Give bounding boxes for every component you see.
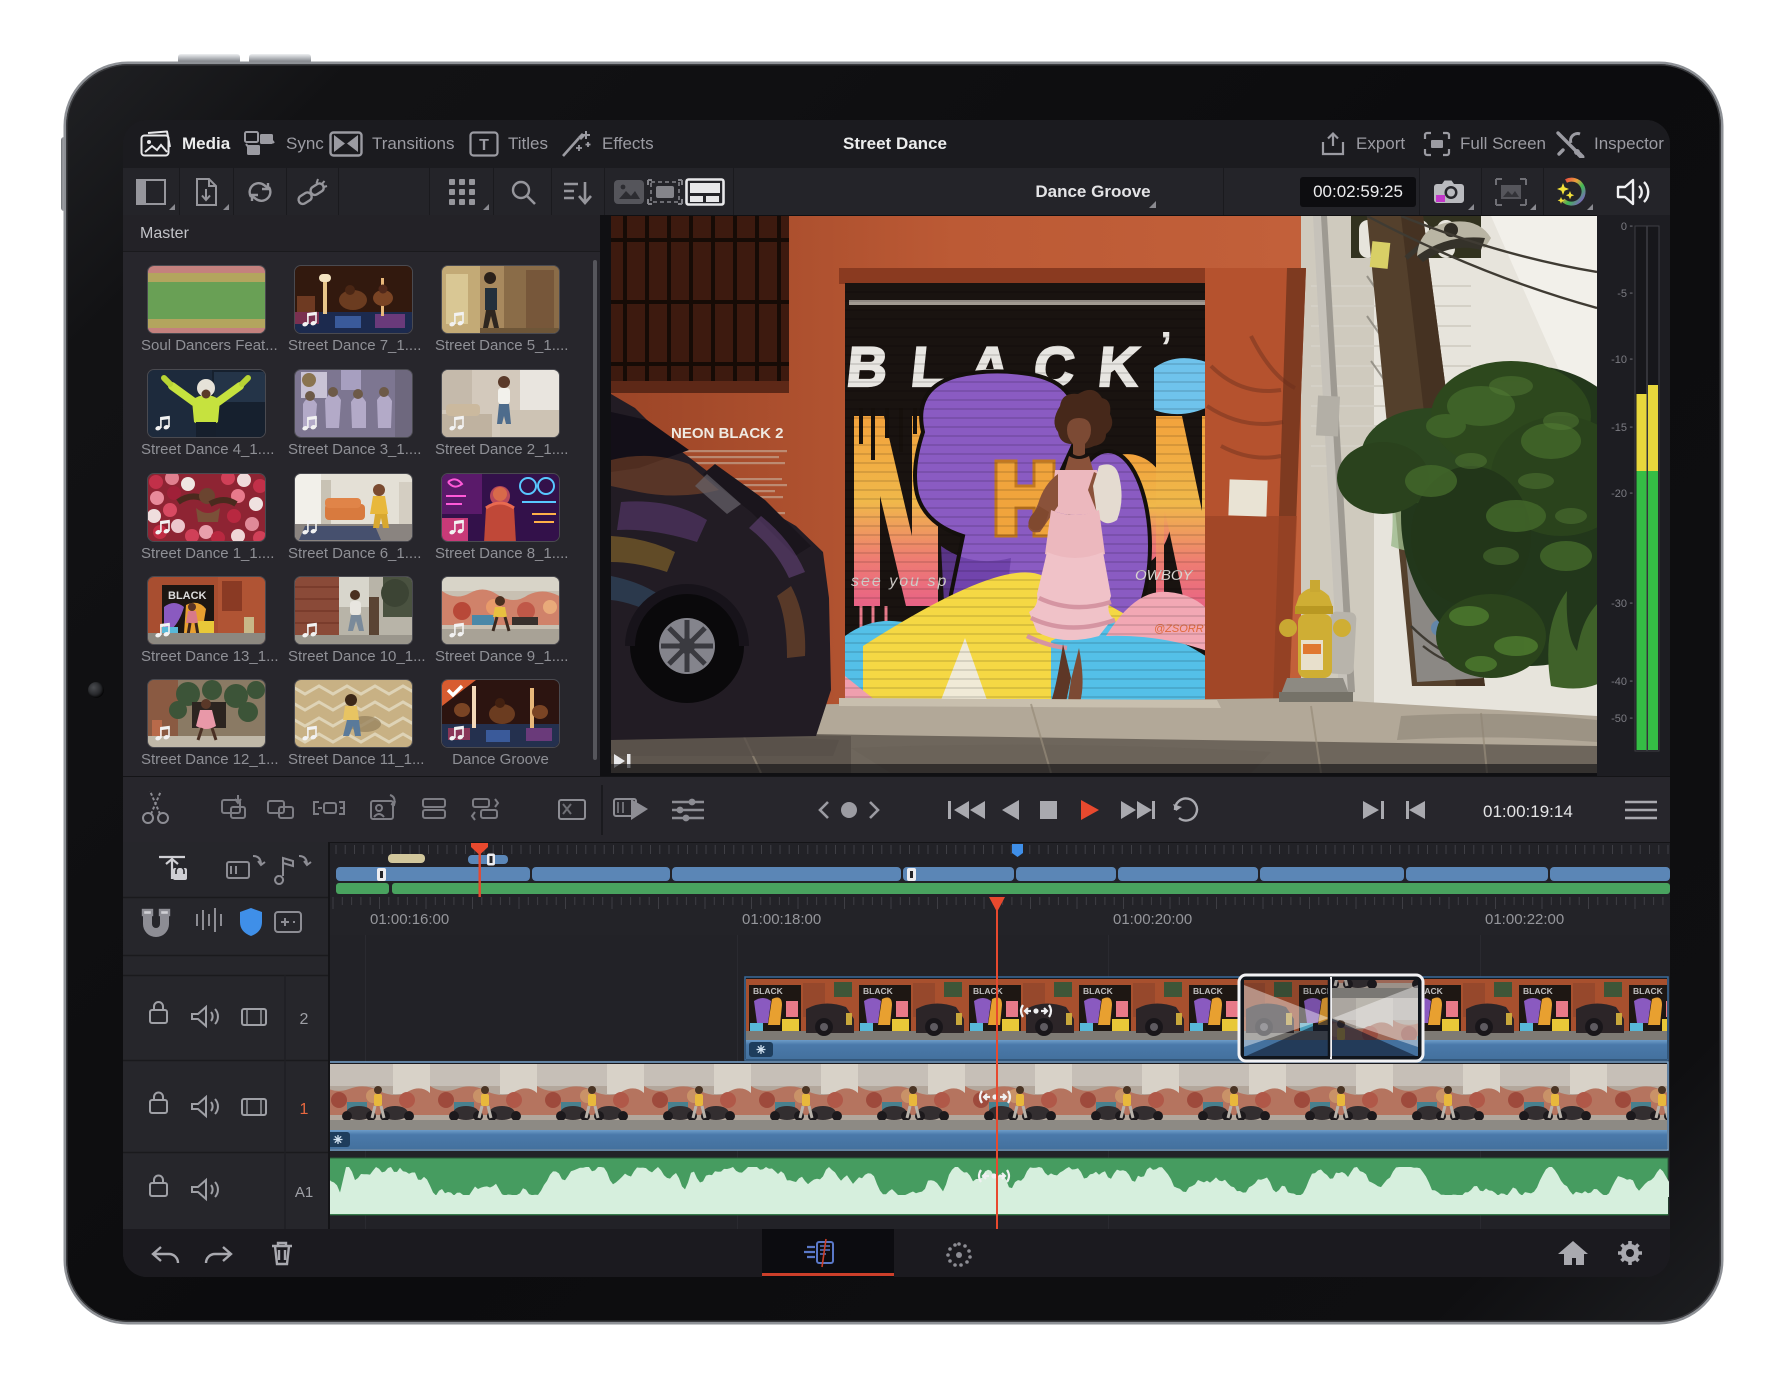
svg-text:-30: -30 bbox=[1611, 598, 1627, 610]
svg-text:-: - bbox=[1629, 421, 1633, 433]
svg-text:01:00:16:00: 01:00:16:00 bbox=[370, 911, 449, 928]
svg-text:-: - bbox=[1629, 487, 1633, 499]
svg-text:-: - bbox=[1629, 675, 1633, 687]
svg-text:1: 1 bbox=[300, 1101, 309, 1118]
svg-text:-50: -50 bbox=[1611, 713, 1627, 725]
svg-text:2: 2 bbox=[300, 1011, 309, 1028]
svg-text:01:00:20:00: 01:00:20:00 bbox=[1113, 911, 1192, 928]
svg-text:-: - bbox=[1629, 220, 1633, 232]
svg-text:-5: -5 bbox=[1617, 288, 1627, 300]
svg-text:01:00:19:14: 01:00:19:14 bbox=[1483, 802, 1573, 821]
svg-text:-20: -20 bbox=[1611, 488, 1627, 500]
svg-text:A1: A1 bbox=[295, 1184, 313, 1201]
svg-text:-: - bbox=[1629, 353, 1633, 365]
svg-text:01:00:22:00: 01:00:22:00 bbox=[1485, 911, 1564, 928]
svg-text:-: - bbox=[1629, 597, 1633, 609]
svg-text:-40: -40 bbox=[1611, 676, 1627, 688]
svg-text:0: 0 bbox=[1621, 221, 1627, 233]
svg-text:see you sp: see you sp bbox=[851, 573, 948, 590]
svg-text:01:00:18:00: 01:00:18:00 bbox=[742, 911, 821, 928]
svg-text:-: - bbox=[1629, 712, 1633, 724]
svg-text:T: T bbox=[479, 137, 489, 154]
svg-text:-15: -15 bbox=[1611, 422, 1627, 434]
svg-text:BLACK: BLACK bbox=[168, 590, 207, 602]
svg-text:OWBOY: OWBOY bbox=[1135, 567, 1193, 584]
svg-text:-10: -10 bbox=[1611, 354, 1627, 366]
svg-text:-: - bbox=[1629, 287, 1633, 299]
svg-text:NEON BLACK 2: NEON BLACK 2 bbox=[671, 425, 784, 442]
